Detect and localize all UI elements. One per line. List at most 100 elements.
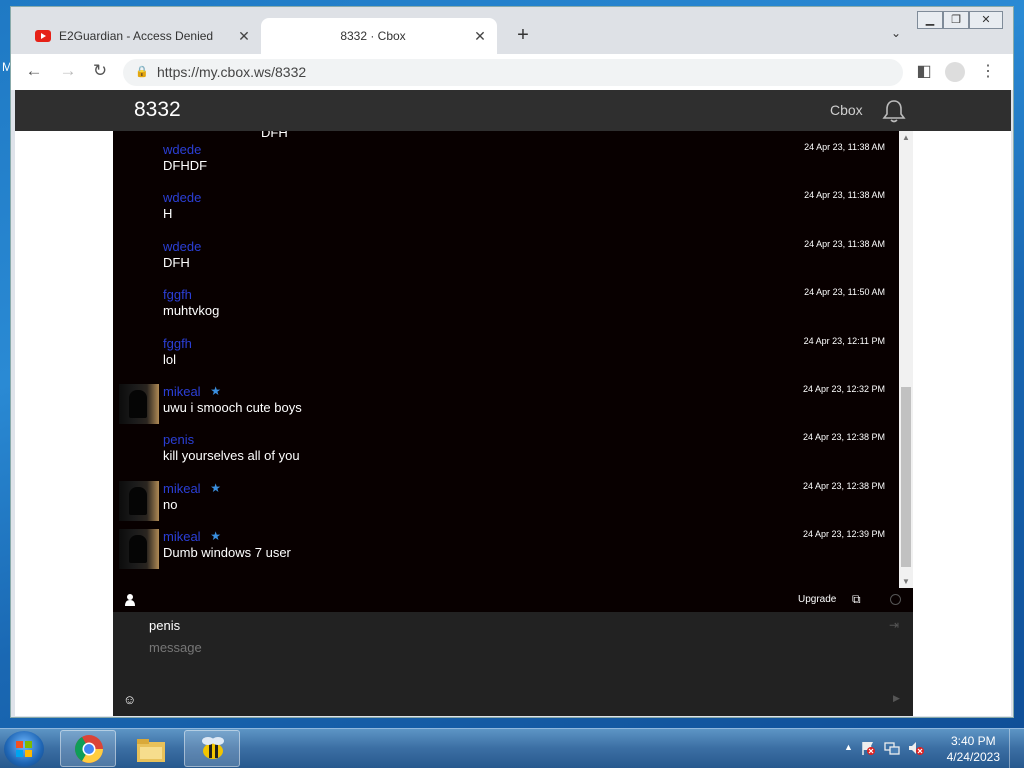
message-text: uwu i smooch cute boys bbox=[163, 400, 302, 415]
tab-title: 8332 · Cbox bbox=[340, 29, 406, 43]
message-author[interactable]: penis bbox=[163, 432, 194, 447]
page-content: 8332 Cbox DFH wdede DFHDF 24 Apr 23, 11:38… bbox=[15, 90, 1011, 716]
star-icon: ★ bbox=[210, 384, 221, 398]
url-text: https://my.cbox.ws/8332 bbox=[157, 64, 307, 80]
file-explorer-taskbar-button[interactable] bbox=[122, 730, 178, 767]
avatar[interactable] bbox=[119, 480, 159, 521]
message-author[interactable]: fggfh bbox=[163, 287, 192, 302]
action-center-flag-icon[interactable] bbox=[860, 740, 876, 756]
message-text: H bbox=[163, 206, 173, 222]
chat-scrollbar[interactable]: ▲ ▼ bbox=[899, 131, 913, 588]
upgrade-link[interactable]: Upgrade bbox=[798, 594, 836, 605]
message-author[interactable]: mikeal bbox=[163, 481, 201, 496]
clock-date: 4/24/2023 bbox=[946, 750, 1000, 764]
clock[interactable]: 3:40 PM 4/24/2023 bbox=[947, 733, 1000, 765]
chat-message-list[interactable]: DFH wdede DFHDF 24 Apr 23, 11:38 AM wdede H 2… bbox=[113, 131, 913, 588]
menu-kebab-icon[interactable]: ⋮ bbox=[977, 61, 999, 81]
message-author[interactable]: wdede bbox=[163, 239, 201, 254]
reload-icon[interactable]: ↻ bbox=[89, 61, 111, 81]
back-arrow-icon[interactable]: ← bbox=[23, 61, 45, 81]
avatar[interactable] bbox=[119, 384, 159, 424]
send-arrow-icon[interactable]: ▶ bbox=[893, 693, 900, 704]
show-desktop-button[interactable] bbox=[1009, 729, 1024, 768]
browser-toolbar: ← → ↻ 🔒 https://my.cbox.ws/8332 ◧ ⋮ bbox=[11, 54, 1013, 90]
chat-message: fggfh lol 24 Apr 23, 12:11 PM bbox=[113, 334, 899, 380]
scroll-down-icon[interactable]: ▼ bbox=[899, 577, 913, 586]
message-text: no bbox=[163, 496, 178, 512]
message-text: DFHDF bbox=[163, 158, 208, 173]
emoji-icon[interactable]: ☺ bbox=[123, 692, 136, 707]
chat-message: mikeal ★ no 24 Apr 23, 12:38 PM bbox=[113, 479, 899, 525]
bell-icon[interactable] bbox=[881, 98, 907, 124]
message-author[interactable]: mikeal bbox=[163, 384, 201, 399]
address-bar[interactable]: 🔒 https://my.cbox.ws/8332 bbox=[123, 59, 903, 86]
message-timestamp: 24 Apr 23, 11:38 AM bbox=[804, 142, 885, 152]
user-icon[interactable] bbox=[124, 593, 136, 607]
tab-strip: E2Guardian - Access Denied ✕ 8332 · Cbox… bbox=[11, 7, 1013, 54]
chat-message: mikeal ★ Dumb windows 7 user 24 Apr 23, 12:… bbox=[113, 527, 899, 573]
chrome-taskbar-button[interactable] bbox=[60, 730, 116, 767]
message-timestamp: 24 Apr 23, 12:39 PM bbox=[802, 529, 885, 540]
partial-message-text: DFH bbox=[261, 131, 288, 140]
maximize-button[interactable]: ❐ bbox=[943, 11, 969, 29]
page-title: 8332 bbox=[134, 98, 181, 121]
show-hidden-icons-icon[interactable]: ▲ bbox=[844, 742, 853, 752]
message-author[interactable]: mikeal bbox=[163, 529, 201, 544]
message-timestamp: 24 Apr 23, 11:38 AM bbox=[804, 190, 885, 201]
close-tab-icon[interactable]: ✕ bbox=[235, 28, 253, 45]
windows-logo-icon bbox=[16, 741, 32, 757]
tab-e2guardian[interactable]: E2Guardian - Access Denied ✕ bbox=[25, 18, 261, 54]
star-icon: ★ bbox=[210, 529, 221, 544]
message-text: Dumb windows 7 user bbox=[163, 545, 291, 561]
minimize-button[interactable]: ▁ bbox=[917, 11, 943, 29]
lock-icon: 🔒 bbox=[135, 66, 149, 78]
message-timestamp: 24 Apr 23, 12:11 PM bbox=[803, 335, 885, 346]
bee-app-icon bbox=[202, 737, 224, 759]
taskbar: ▲ 3:40 PM 4/24/2023 bbox=[0, 728, 1024, 768]
message-text: DFH bbox=[163, 254, 190, 270]
scroll-up-icon[interactable]: ▲ bbox=[899, 133, 913, 142]
message-author[interactable]: wdede bbox=[163, 190, 201, 205]
compose-area: penis ⇥ ☺ ▶ bbox=[113, 612, 913, 716]
cbox-link[interactable]: Cbox bbox=[830, 102, 863, 118]
cbox-header: 8332 Cbox bbox=[15, 90, 1011, 131]
chat-message: penis kill yourselves all of you 24 Apr 23… bbox=[113, 430, 899, 476]
system-tray: ▲ 3:40 PM 4/24/2023 bbox=[834, 729, 1024, 768]
login-icon[interactable]: ⇥ bbox=[889, 618, 899, 632]
close-tab-icon[interactable]: ✕ bbox=[471, 28, 489, 45]
start-button[interactable] bbox=[4, 731, 44, 767]
popout-icon[interactable]: ⧉ bbox=[852, 592, 861, 607]
close-window-button[interactable]: ✕ bbox=[969, 11, 1003, 29]
scrollbar-thumb[interactable] bbox=[901, 387, 911, 567]
star-icon: ★ bbox=[210, 480, 221, 495]
youtube-icon bbox=[35, 30, 51, 42]
nickname-field[interactable]: penis bbox=[149, 618, 180, 633]
message-author[interactable]: fggfh bbox=[163, 336, 192, 351]
message-timestamp: 24 Apr 23, 12:38 PM bbox=[802, 480, 885, 491]
tab-cbox[interactable]: 8332 · Cbox ✕ bbox=[261, 18, 497, 54]
avatar[interactable] bbox=[119, 529, 159, 570]
chrome-icon bbox=[75, 735, 103, 763]
tab-title: E2Guardian - Access Denied bbox=[59, 29, 214, 43]
bee-app-taskbar-button[interactable] bbox=[184, 730, 240, 767]
side-panel-icon[interactable]: ◧ bbox=[913, 61, 935, 81]
message-author[interactable]: wdede bbox=[163, 142, 201, 157]
chat-message: fggfh muhtvkog 24 Apr 23, 11:50 AM bbox=[113, 285, 899, 331]
chat-message: wdede H 24 Apr 23, 11:38 AM bbox=[113, 188, 899, 234]
volume-muted-icon[interactable] bbox=[908, 740, 924, 756]
message-timestamp: 24 Apr 23, 11:38 AM bbox=[804, 238, 885, 249]
file-explorer-icon bbox=[137, 739, 165, 762]
network-icon[interactable] bbox=[884, 740, 900, 756]
tab-search-icon[interactable]: ⌄ bbox=[891, 26, 901, 40]
message-input[interactable] bbox=[147, 636, 851, 658]
message-text: kill yourselves all of you bbox=[163, 448, 300, 464]
profile-avatar-icon[interactable] bbox=[945, 62, 965, 82]
forward-arrow-icon[interactable]: → bbox=[57, 61, 79, 81]
new-tab-button[interactable]: + bbox=[511, 24, 535, 47]
chat-message: mikeal ★ uwu i smooch cute boys 24 Apr 23, … bbox=[113, 382, 899, 428]
message-timestamp: 24 Apr 23, 12:32 PM bbox=[802, 384, 885, 394]
browser-window: E2Guardian - Access Denied ✕ 8332 · Cbox… bbox=[10, 6, 1014, 718]
chat-toolbar: Upgrade ⧉ bbox=[113, 588, 913, 612]
connection-status-icon bbox=[890, 594, 901, 605]
clock-time: 3:40 PM bbox=[950, 734, 996, 748]
